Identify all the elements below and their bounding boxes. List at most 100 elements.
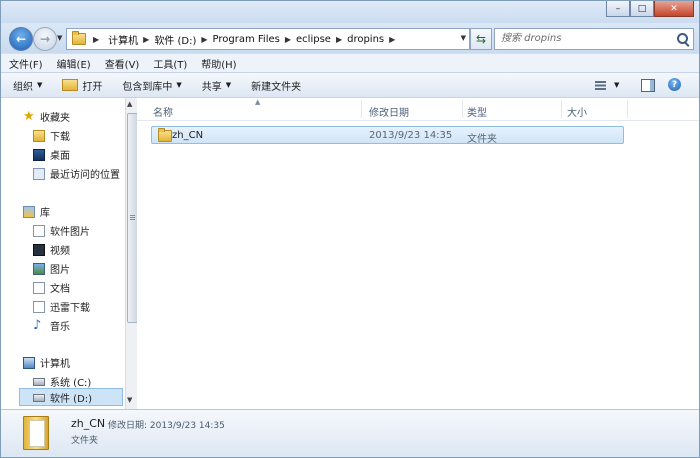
hard-drive-icon (33, 393, 45, 402)
include-in-library-button[interactable]: 包含到库中 ▼ (122, 78, 181, 93)
recent-places-icon (33, 167, 45, 180)
pictures-icon (33, 262, 45, 275)
folder-icon (158, 128, 172, 142)
hard-drive-icon (33, 377, 45, 386)
maximize-button[interactable]: □ (630, 1, 654, 17)
breadcrumb-dropins[interactable]: dropins (343, 34, 388, 45)
sidebar-item-label: 收藏夹 (40, 113, 70, 124)
chevron-down-icon: ▼ (176, 81, 182, 89)
column-divider[interactable] (561, 100, 562, 118)
navigation-bar: ← → ▼ ▶ 计算机 ▶ 软件 (D:) ▶ Program Files ▶ … (1, 23, 699, 53)
column-name[interactable]: 名称 (153, 104, 173, 119)
file-type: 文件夹 (467, 134, 497, 145)
document-icon (33, 281, 45, 294)
sidebar-item-label: 系统 (C:) (50, 378, 92, 389)
minimize-button[interactable]: – (606, 1, 630, 17)
new-folder-button[interactable]: 新建文件夹 (251, 78, 301, 93)
breadcrumb-eclipse[interactable]: eclipse (292, 34, 335, 45)
help-icon[interactable]: ? (668, 78, 681, 91)
share-label: 共享 (201, 81, 222, 93)
menu-tools[interactable]: 工具(T) (153, 56, 187, 71)
menu-file[interactable]: 文件(F) (9, 56, 43, 71)
sidebar-item-desktop[interactable]: 桌面 (33, 146, 70, 163)
file-modified: 2013/9/23 14:35 (369, 130, 453, 141)
breadcrumb-drive-d[interactable]: 软件 (D:) (150, 32, 200, 47)
sidebar-item-label: 图片 (50, 265, 70, 276)
column-type[interactable]: 类型 (467, 104, 487, 119)
column-size[interactable]: 大小 (567, 104, 587, 119)
refresh-button[interactable]: ⇆ (470, 28, 492, 50)
sidebar-item-software-pictures[interactable]: 软件图片 (33, 222, 90, 239)
chevron-right-icon[interactable]: ▶ (200, 35, 208, 44)
sidebar-item-libraries[interactable]: 库 (23, 203, 50, 220)
sidebar-item-label: 最近访问的位置 (50, 170, 120, 181)
downloads-folder-icon (33, 129, 45, 142)
chevron-down-icon: ▼ (37, 81, 43, 89)
file-name: zh_CN (172, 130, 204, 141)
menu-view[interactable]: 查看(V) (105, 56, 140, 71)
column-header: ▲ 名称 修改日期 类型 大小 (137, 98, 699, 121)
menu-edit[interactable]: 编辑(E) (57, 56, 91, 71)
chevron-right-icon[interactable]: ▶ (284, 35, 292, 44)
close-button[interactable]: ✕ (654, 1, 694, 17)
navigation-scrollbar[interactable]: ▲ ▼ (125, 98, 138, 409)
forward-button[interactable]: → (33, 27, 57, 51)
search-box[interactable] (494, 28, 694, 50)
column-divider[interactable] (462, 100, 463, 118)
organize-button[interactable]: 组织 ▼ (13, 78, 42, 93)
breadcrumb-computer[interactable]: 计算机 (104, 32, 142, 47)
recent-pages-dropdown-icon[interactable]: ▼ (57, 34, 62, 42)
chevron-down-icon[interactable]: ▼ (614, 81, 619, 89)
address-history-dropdown-icon[interactable]: ▼ (461, 34, 466, 42)
sidebar-item-label: 软件 (D:) (50, 394, 93, 405)
search-input[interactable] (499, 31, 671, 45)
sidebar-item-label: 库 (40, 208, 50, 219)
sidebar-item-label: 迅雷下载 (50, 303, 90, 314)
details-modified-label: 修改日期: (108, 421, 148, 431)
navigation-pane: ★ 收藏夹 下载 桌面 最近访问的位置 库 软件图片 视频 图片 文档 迅雷下载… (1, 98, 125, 409)
sidebar-item-music[interactable]: ♪ 音乐 (33, 317, 70, 334)
address-bar[interactable]: ▶ 计算机 ▶ 软件 (D:) ▶ Program Files ▶ eclips… (66, 28, 470, 50)
menu-help[interactable]: 帮助(H) (201, 56, 236, 71)
chevron-right-icon[interactable]: ▶ (92, 35, 100, 44)
folder-open-icon (62, 79, 79, 91)
column-divider[interactable] (361, 100, 362, 118)
details-name: zh_CN (71, 417, 106, 430)
sidebar-item-computer[interactable]: 计算机 (23, 354, 70, 371)
library-folder-icon (33, 300, 45, 313)
column-date-modified[interactable]: 修改日期 (369, 104, 409, 119)
explorer-window: – □ ✕ ← → ▼ ▶ 计算机 ▶ 软件 (D:) ▶ Program Fi… (0, 0, 700, 458)
file-list: ▲ 名称 修改日期 类型 大小 zh_CN 2013/9/23 14:35 文件… (137, 98, 699, 409)
table-row[interactable]: zh_CN 2013/9/23 14:35 文件夹 (151, 126, 624, 145)
scroll-up-arrow-icon[interactable]: ▲ (127, 100, 132, 108)
scroll-down-arrow-icon[interactable]: ▼ (127, 396, 132, 404)
computer-icon (23, 356, 35, 369)
sidebar-item-documents[interactable]: 文档 (33, 279, 70, 296)
video-icon (33, 243, 45, 256)
sidebar-item-thunder-downloads[interactable]: 迅雷下载 (33, 298, 90, 315)
sidebar-item-favorites[interactable]: ★ 收藏夹 (23, 108, 70, 125)
organize-label: 组织 (13, 81, 33, 93)
breadcrumb-program-files[interactable]: Program Files (209, 34, 284, 45)
sidebar-item-downloads[interactable]: 下载 (33, 127, 70, 144)
sidebar-item-recent-places[interactable]: 最近访问的位置 (33, 165, 120, 182)
preview-pane-icon[interactable] (641, 79, 655, 92)
details-type: 文件夹 (71, 436, 99, 446)
chevron-right-icon[interactable]: ▶ (335, 35, 343, 44)
folder-icon (23, 416, 49, 450)
sidebar-item-pictures[interactable]: 图片 (33, 260, 70, 277)
window-controls: – □ ✕ (606, 1, 694, 17)
open-button[interactable]: 打开 (62, 78, 102, 93)
sidebar-item-drive-d[interactable]: 软件 (D:) (33, 389, 92, 406)
view-options-icon[interactable] (595, 81, 606, 90)
column-divider[interactable] (627, 100, 628, 118)
sidebar-item-label: 文档 (50, 284, 70, 295)
sidebar-item-label: 软件图片 (50, 227, 90, 238)
search-icon[interactable] (677, 33, 688, 44)
back-button[interactable]: ← (9, 27, 33, 51)
share-button[interactable]: 共享 ▼ (202, 78, 231, 93)
chevron-right-icon[interactable]: ▶ (142, 35, 150, 44)
menu-bar: 文件(F) 编辑(E) 查看(V) 工具(T) 帮助(H) (1, 53, 699, 72)
chevron-right-icon[interactable]: ▶ (388, 35, 396, 44)
sidebar-item-videos[interactable]: 视频 (33, 241, 70, 258)
